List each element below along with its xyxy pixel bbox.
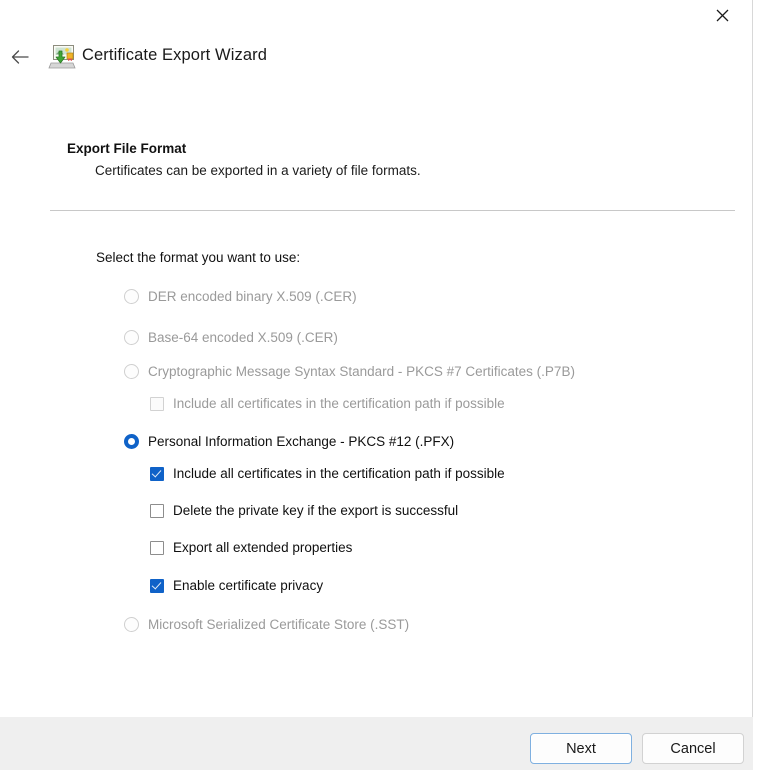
cancel-button[interactable]: Cancel <box>642 733 744 764</box>
radio-pkcs7 <box>124 364 139 379</box>
back-arrow-icon <box>11 50 29 64</box>
option-label-sst: Microsoft Serialized Certificate Store (… <box>148 616 410 632</box>
wizard-footer: Next Cancel <box>0 717 753 770</box>
option-export-extended-properties[interactable]: Export all extended properties <box>150 541 352 555</box>
option-base64: Base-64 encoded X.509 (.CER) <box>124 330 338 345</box>
option-label-base64: Base-64 encoded X.509 (.CER) <box>148 329 338 345</box>
certificate-export-icon <box>48 44 76 70</box>
radio-der <box>124 289 139 304</box>
option-label-delete-private-key: Delete the private key if the export is … <box>173 503 459 519</box>
radio-base64 <box>124 330 139 345</box>
title-bar <box>0 0 753 32</box>
page-title: Export File Format <box>67 141 187 156</box>
checkbox-pfx-include-all[interactable] <box>150 467 164 481</box>
option-delete-private-key[interactable]: Delete the private key if the export is … <box>150 504 458 518</box>
checkbox-export-extended-properties[interactable] <box>150 541 164 555</box>
window-edge <box>754 0 760 770</box>
option-label-der: DER encoded binary X.509 (.CER) <box>148 288 357 304</box>
option-pfx[interactable]: Personal Information Exchange - PKCS #12… <box>124 434 454 449</box>
option-pfx-include-all[interactable]: Include all certificates in the certific… <box>150 467 505 481</box>
option-pkcs7-include-all: Include all certificates in the certific… <box>150 397 505 411</box>
back-button[interactable] <box>6 43 34 71</box>
option-pkcs7: Cryptographic Message Syntax Standard - … <box>124 364 575 379</box>
checkbox-pkcs7-include-all <box>150 397 164 411</box>
option-label-pfx-include-all: Include all certificates in the certific… <box>173 466 505 482</box>
wizard-window: Certificate Export Wizard Export File Fo… <box>0 0 753 770</box>
option-label-pkcs7: Cryptographic Message Syntax Standard - … <box>148 363 575 379</box>
header-divider <box>50 210 735 211</box>
checkbox-enable-certificate-privacy[interactable] <box>150 579 164 593</box>
option-der: DER encoded binary X.509 (.CER) <box>124 289 357 304</box>
option-label-pkcs7-include-all: Include all certificates in the certific… <box>173 396 505 412</box>
close-icon <box>716 9 728 21</box>
radio-sst <box>124 617 139 632</box>
option-enable-certificate-privacy[interactable]: Enable certificate privacy <box>150 579 323 593</box>
next-button[interactable]: Next <box>530 733 632 764</box>
window-title: Certificate Export Wizard <box>82 46 267 64</box>
option-label-enable-certificate-privacy: Enable certificate privacy <box>173 578 324 594</box>
option-label-pfx: Personal Information Exchange - PKCS #12… <box>148 433 455 449</box>
radio-pfx[interactable] <box>124 434 139 449</box>
option-label-export-extended-properties: Export all extended properties <box>173 540 353 556</box>
checkbox-delete-private-key[interactable] <box>150 504 164 518</box>
format-prompt: Select the format you want to use: <box>96 250 301 265</box>
page-subtitle: Certificates can be exported in a variet… <box>95 163 421 178</box>
option-sst: Microsoft Serialized Certificate Store (… <box>124 617 409 632</box>
close-button[interactable] <box>700 0 744 30</box>
